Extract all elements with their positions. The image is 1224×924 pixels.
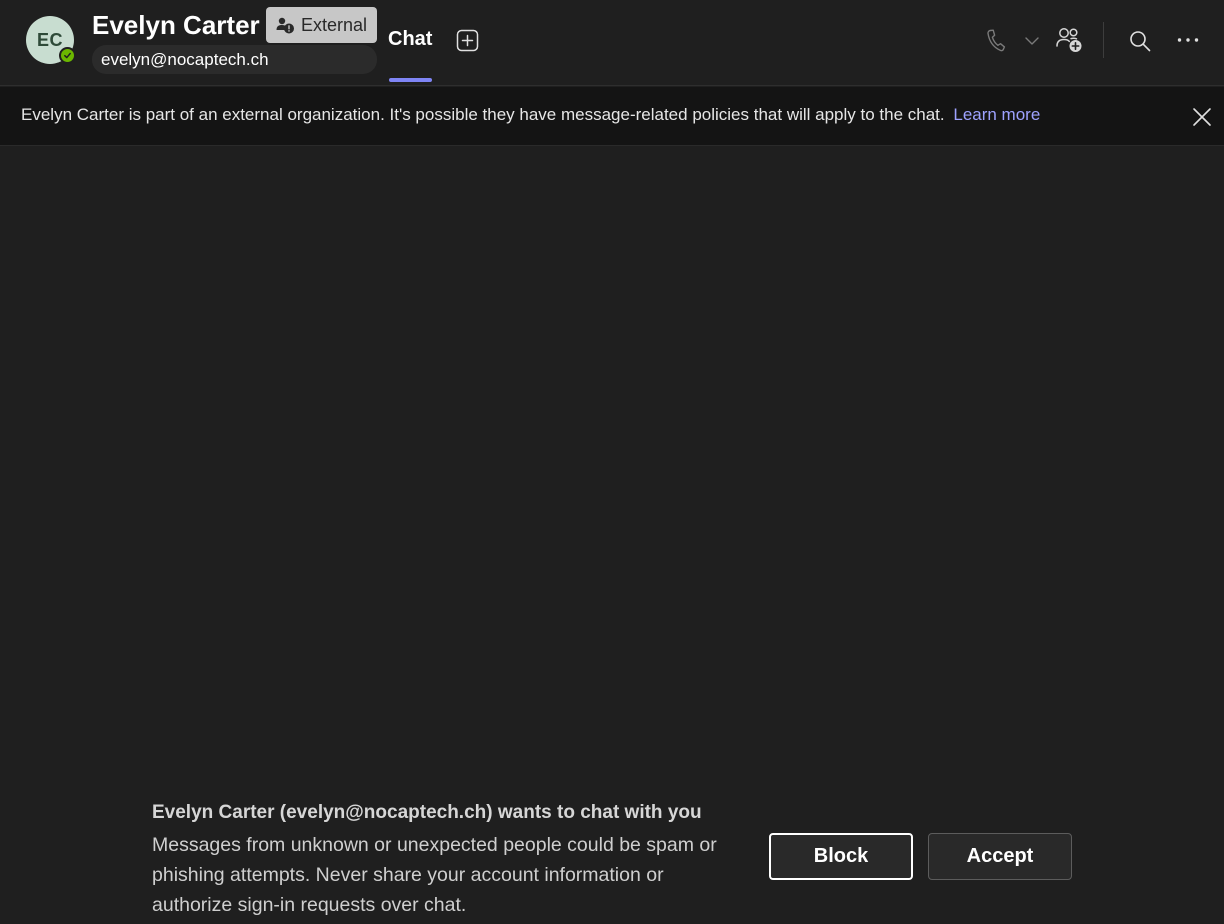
banner-message: Evelyn Carter is part of an external org… bbox=[21, 105, 945, 124]
external-org-banner: Evelyn Carter is part of an external org… bbox=[0, 87, 1224, 146]
search-icon bbox=[1130, 31, 1151, 52]
more-options-icon bbox=[1177, 38, 1199, 42]
available-check-icon bbox=[59, 47, 76, 64]
call-button[interactable] bbox=[984, 27, 1008, 53]
more-options-button[interactable] bbox=[1175, 30, 1201, 50]
chevron-down-icon bbox=[1025, 37, 1039, 45]
accept-button[interactable]: Accept bbox=[928, 833, 1072, 880]
external-badge-label: External bbox=[301, 14, 368, 35]
request-warning: Messages from unknown or unexpected peop… bbox=[152, 834, 717, 916]
request-title: Evelyn Carter (evelyn@nocaptech.ch) want… bbox=[152, 802, 702, 823]
block-button[interactable]: Block bbox=[769, 833, 913, 880]
toolbar-divider bbox=[1103, 22, 1104, 58]
close-icon bbox=[1193, 108, 1211, 126]
add-tab-button[interactable] bbox=[456, 29, 479, 52]
avatar-initials: EC bbox=[36, 29, 63, 50]
search-button[interactable] bbox=[1127, 28, 1153, 54]
banner-close-button[interactable] bbox=[1190, 105, 1214, 129]
add-people-icon bbox=[1056, 28, 1082, 52]
tab-chat-indicator bbox=[389, 78, 432, 82]
learn-more-link[interactable]: Learn more bbox=[953, 105, 1040, 124]
contact-email[interactable]: evelyn@nocaptech.ch bbox=[92, 45, 377, 74]
avatar[interactable]: EC bbox=[26, 16, 76, 64]
external-org-icon bbox=[276, 17, 294, 34]
tab-chat[interactable]: Chat bbox=[388, 28, 432, 51]
chat-header: EC Evelyn Carter External evelyn@nocapte… bbox=[0, 0, 1224, 86]
chat-request-panel: Evelyn Carter (evelyn@nocaptech.ch) want… bbox=[152, 800, 752, 920]
add-tab-icon bbox=[456, 29, 479, 52]
add-people-button[interactable] bbox=[1055, 26, 1085, 54]
call-dropdown-button[interactable] bbox=[1024, 35, 1040, 47]
contact-name[interactable]: Evelyn Carter bbox=[92, 10, 260, 41]
banner-message-container: Evelyn Carter is part of an external org… bbox=[21, 105, 1040, 125]
phone-icon bbox=[987, 29, 1006, 52]
contact-email-text: evelyn@nocaptech.ch bbox=[101, 49, 269, 69]
message-area bbox=[0, 147, 1224, 787]
external-badge: External bbox=[266, 7, 377, 43]
